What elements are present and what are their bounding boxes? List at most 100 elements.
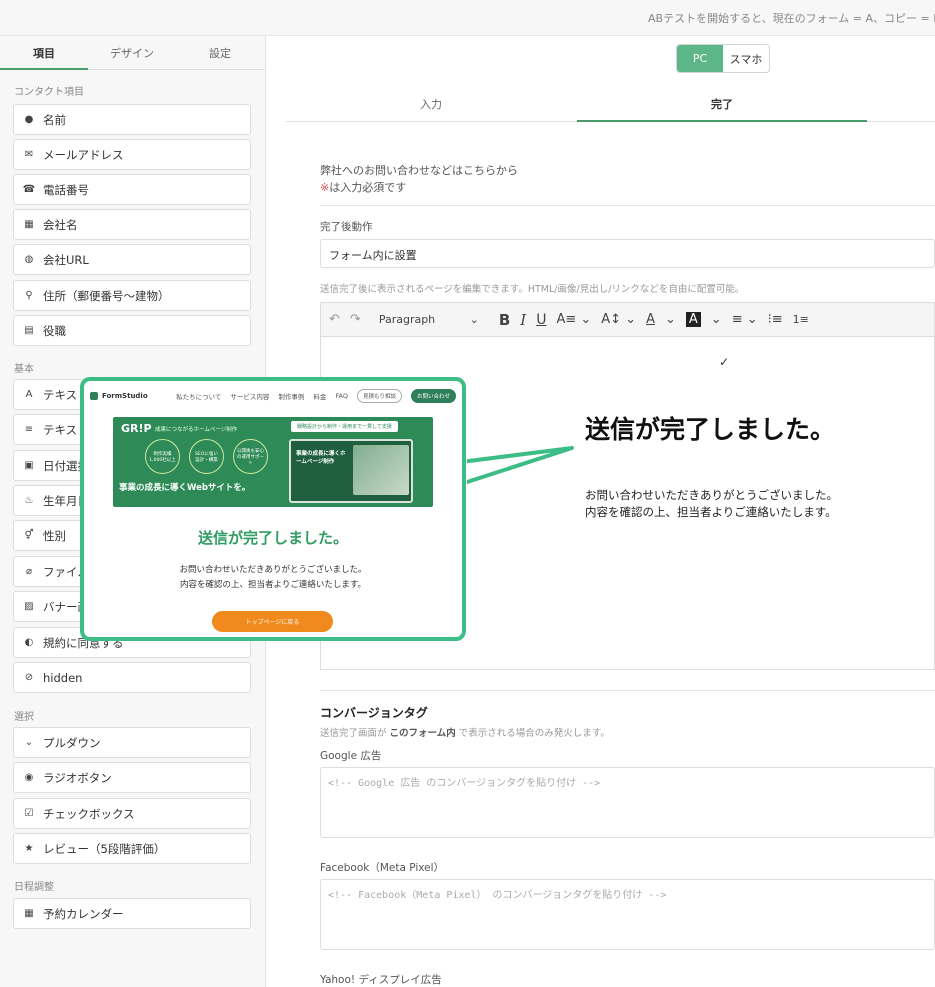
preview-callout: FormStudio 私たちについて サービス内容 制作事例 料金 FAQ 見積…: [80, 377, 466, 641]
radio-icon: ◉: [24, 772, 34, 783]
section-basic: 基本: [14, 364, 34, 375]
field-phone[interactable]: ☎ 電話番号: [13, 174, 251, 205]
font-size-icon[interactable]: A≡ ⌄: [556, 312, 591, 327]
field-label: 予約カレンダー: [43, 906, 124, 921]
editor-toolbar: ↶ ↷ Paragraph ⌄ B I U A≡ ⌄ A↕ ⌄ A ⌄ A ⌄ ≡ ⌄…: [320, 302, 935, 337]
preview-nav: 私たちについて サービス内容 制作事例 料金 FAQ 見積もり相談 お問い合わせ: [176, 389, 456, 403]
facebook-pixel-placeholder: <!-- Facebook（Meta Pixel） のコンバージョンタグを貼り付…: [328, 890, 667, 901]
chevron-down-icon[interactable]: ⌄: [665, 312, 676, 327]
align-icon[interactable]: ≡ ⌄: [732, 312, 758, 327]
id-card-icon: ▤: [24, 325, 34, 336]
preview-brand: FormStudio: [102, 392, 148, 400]
banner-screen-text: 事業の成長に導くホームページ制作: [296, 451, 346, 465]
tab-input[interactable]: 入力: [286, 96, 576, 112]
bullet-list-icon[interactable]: ⁝≡: [768, 312, 783, 327]
conv-note-part: 送信完了画面が: [320, 728, 387, 739]
phone-icon: ☎: [22, 184, 36, 195]
tab-items[interactable]: 項目: [0, 45, 88, 61]
redo-icon[interactable]: ↷: [350, 312, 361, 327]
calendar-icon: ▣: [24, 460, 34, 471]
font-color-icon[interactable]: A: [646, 312, 655, 327]
device-pc-button[interactable]: PC: [677, 45, 723, 72]
after-action-label: 完了後動作: [320, 221, 373, 233]
top-bar: ABテストを開始すると、現在のフォーム = A、コピー = B とし: [0, 0, 935, 36]
preview-nav-item: サービス内容: [230, 393, 270, 401]
conv-note-emphasis: このフォーム内: [389, 728, 456, 739]
google-ads-placeholder: <!-- Google 広告 のコンバージョンタグを貼り付け -->: [328, 778, 601, 789]
tab-complete[interactable]: 完了: [577, 96, 867, 112]
field-label: 会社名: [43, 217, 78, 232]
google-ads-label: Google 広告: [320, 750, 382, 762]
paragraph-select[interactable]: Paragraph ⌄: [379, 313, 489, 326]
field-label: チェックボックス: [43, 806, 135, 821]
facebook-pixel-tag-input[interactable]: <!-- Facebook（Meta Pixel） のコンバージョンタグを貼り付…: [320, 879, 935, 950]
device-smartphone-button[interactable]: スマホ: [723, 45, 769, 72]
cake-icon: ♨: [24, 495, 34, 506]
preview-estimate-button: 見積もり相談: [356, 389, 402, 403]
underline-icon[interactable]: U: [536, 312, 546, 328]
preview-nav-item: 制作事例: [278, 393, 305, 401]
complete-message: お問い合わせいただきありがとうございました。 内容を確認の上、担当者よりご連絡い…: [585, 487, 838, 520]
chevron-down-icon[interactable]: ⌄: [711, 312, 722, 327]
globe-icon: ◍: [24, 254, 34, 265]
field-position[interactable]: ▤ 役職: [13, 315, 251, 346]
field-checkbox[interactable]: ☑ チェックボックス: [13, 798, 251, 829]
italic-icon[interactable]: I: [520, 311, 526, 329]
check-icon: ✓: [719, 355, 730, 369]
form-intro: 弊社へのお問い合わせなどはこちらから: [320, 164, 518, 177]
field-radio[interactable]: ◉ ラジオボタン: [13, 762, 251, 793]
field-hidden[interactable]: ⊘ hidden: [13, 662, 251, 693]
calendar-check-icon: ▦: [24, 908, 34, 919]
conv-note-part: で表示される場合のみ発火します。: [458, 728, 610, 739]
preview-banner: GR!P 成果につながるホームページ制作 制作実績 1,000社以上 SEOに強…: [113, 417, 433, 507]
field-label: 役職: [43, 323, 66, 338]
preview-top-page-button: トップページに戻る: [212, 611, 333, 632]
tab-design[interactable]: デザイン: [88, 45, 176, 61]
tab-settings[interactable]: 設定: [176, 45, 264, 61]
field-name[interactable]: ● 名前: [13, 104, 251, 135]
field-review[interactable]: ★ レビュー（5段階評価）: [13, 833, 251, 864]
field-label: 住所（郵便番号〜建物）: [43, 288, 170, 303]
complete-title: 送信が完了しました。: [585, 415, 836, 444]
after-action-select[interactable]: フォーム内に設置: [320, 239, 935, 268]
field-label: 会社URL: [43, 252, 89, 267]
banner-logo: GR!P: [121, 422, 152, 435]
yahoo-ads-label: Yahoo! ディスプレイ広告: [320, 974, 442, 986]
callout-pointer: [455, 446, 574, 490]
undo-icon[interactable]: ↶: [329, 312, 340, 327]
bold-icon[interactable]: B: [499, 311, 510, 329]
numbered-list-icon[interactable]: 1≡: [793, 313, 809, 326]
ab-test-notice: ABテストを開始すると、現在のフォーム = A、コピー = B とし: [648, 12, 935, 25]
google-ads-tag-input[interactable]: <!-- Google 広告 のコンバージョンタグを貼り付け -->: [320, 767, 935, 838]
field-label: 性別: [43, 528, 66, 543]
shield-icon: ◐: [24, 637, 34, 648]
highlight-icon[interactable]: A: [685, 312, 701, 327]
field-address[interactable]: ⚲ 住所（郵便番号〜建物）: [13, 280, 251, 311]
paragraph-icon: ≡: [24, 424, 34, 435]
preview-nav-item: 私たちについて: [176, 393, 222, 401]
field-booking-calendar[interactable]: ▦ 予約カレンダー: [13, 898, 251, 929]
preview-message-line: お問い合わせいただきありがとうございました。: [179, 565, 367, 575]
field-company[interactable]: ▦ 会社名: [13, 209, 251, 240]
image-icon: ▨: [24, 601, 34, 612]
step-tabs: 入力 完了: [286, 91, 935, 122]
preview-nav-item: 料金: [313, 393, 327, 401]
field-company-url[interactable]: ◍ 会社URL: [13, 244, 251, 275]
sidebar-tabs: 項目 デザイン 設定: [0, 36, 265, 70]
editor-hint: 送信完了後に表示されるページを編集できます。HTML/画像/見出し/リンクなどを…: [320, 284, 745, 295]
field-label: 名前: [43, 112, 66, 127]
required-mark: ※: [320, 181, 330, 194]
tab-underline: [577, 120, 867, 122]
chevron-down-icon: ⌄: [24, 737, 34, 748]
tab-underline: [0, 68, 88, 70]
field-email[interactable]: ✉ メールアドレス: [13, 139, 251, 170]
field-label: hidden: [43, 670, 83, 685]
field-label: レビュー（5段階評価）: [43, 841, 166, 856]
facebook-pixel-label: Facebook（Meta Pixel）: [320, 862, 445, 874]
banner-photo: [353, 445, 409, 495]
line-height-icon[interactable]: A↕ ⌄: [601, 312, 636, 327]
field-label: メールアドレス: [43, 147, 124, 162]
field-dropdown[interactable]: ⌄ プルダウン: [13, 727, 251, 758]
building-icon: ▦: [24, 219, 34, 230]
section-schedule: 日程調整: [14, 882, 54, 893]
